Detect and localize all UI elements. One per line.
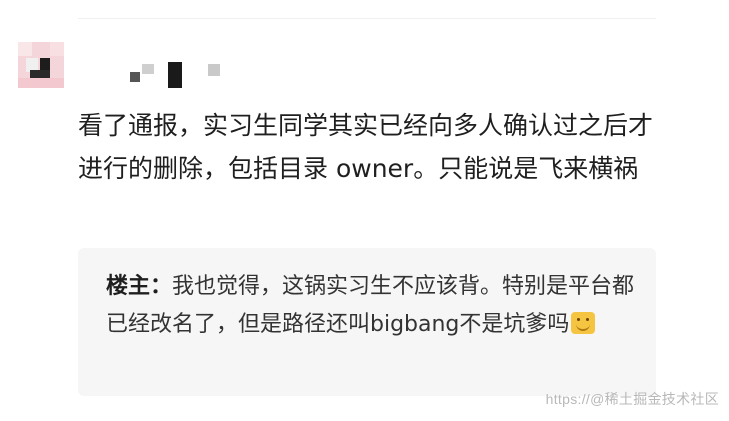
quoted-reply: 楼主：我也觉得，这锅实习生不应该背。特别是平台都已经改名了，但是路径还叫bigb…: [78, 248, 656, 396]
top-divider: [78, 18, 656, 19]
comment-body: 看了通报，实习生同学其实已经向多人确认过之后才进行的删除，包括目录 owner。…: [78, 111, 654, 183]
quoted-reply-text: 楼主：我也觉得，这锅实习生不应该背。特别是平台都已经改名了，但是路径还叫bigb…: [106, 268, 646, 344]
avatar[interactable]: [18, 42, 64, 88]
quoted-reply-content: 我也觉得，这锅实习生不应该背。特别是平台都已经改名了，但是路径还叫bigbang…: [106, 274, 635, 337]
watermark: https://@稀土掘金技术社区: [545, 391, 719, 407]
grin-emoji-icon: [571, 312, 596, 334]
username-censored: [130, 62, 225, 88]
quoted-reply-author: 楼主：: [106, 274, 173, 299]
